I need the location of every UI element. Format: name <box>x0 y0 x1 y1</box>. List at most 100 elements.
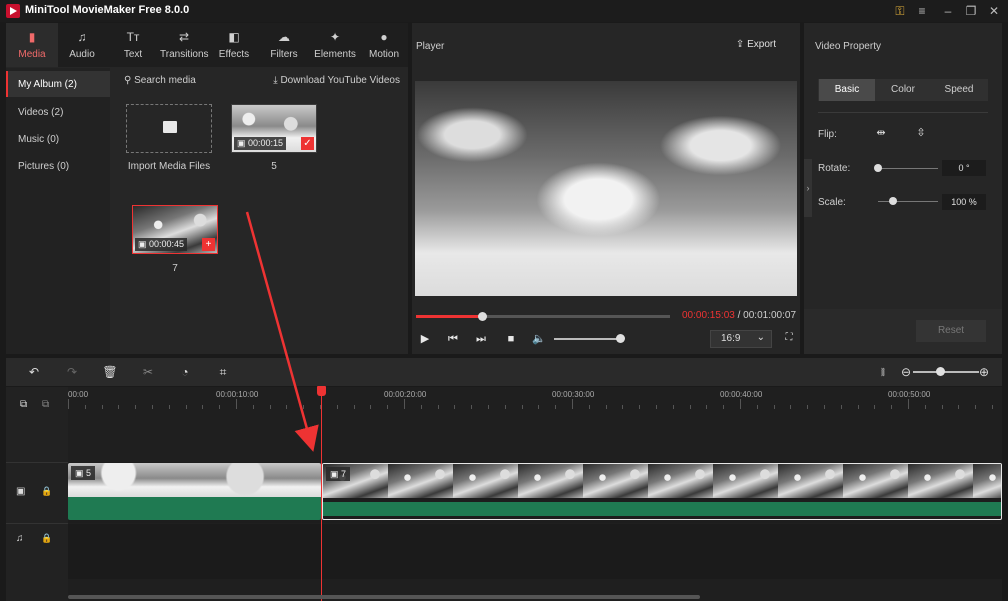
ruler-tick <box>504 405 506 409</box>
download-youtube-button[interactable]: ⤓ Download YouTube Videos <box>273 75 400 86</box>
clip-filmstrip <box>68 463 321 497</box>
ruler-tick <box>807 405 809 409</box>
scale-value[interactable]: 100 % <box>942 194 986 210</box>
collapse-panel-icon[interactable]: › <box>804 159 812 217</box>
timecode: 00:00:15:03 / 00:01:00:07 <box>682 310 796 321</box>
rotate-slider[interactable] <box>878 168 938 169</box>
playback-progress-bar[interactable] <box>416 312 670 321</box>
ruler-tick <box>202 405 204 409</box>
sidebar-item-pictures[interactable]: Pictures (0) <box>6 153 110 179</box>
previous-frame-icon[interactable]: ⏮ <box>446 332 460 346</box>
title-bar: MiniTool MovieMaker Free 8.0.0 ⚿ ≡ – ❐ ✕ <box>0 0 1008 22</box>
tab-color[interactable]: Color <box>875 79 931 101</box>
media-clip-5[interactable]: ▣ 00:00:15 ✓ <box>231 104 317 153</box>
volume-handle[interactable] <box>616 334 625 343</box>
ruler-tick <box>101 405 103 409</box>
tab-elements[interactable]: ✦ Elements <box>310 23 360 67</box>
ruler-tick <box>840 405 842 409</box>
crop-icon[interactable]: ⌗ <box>215 364 231 380</box>
search-media[interactable]: ⚲ Search media <box>124 75 196 86</box>
film-icon: ▣ <box>138 239 150 249</box>
tab-effects[interactable]: ◧ Effects <box>210 23 258 67</box>
tab-speed[interactable]: Speed <box>931 79 987 101</box>
tab-motion[interactable]: ● Motion <box>362 23 406 67</box>
zoom-in-icon[interactable]: ⊕ <box>976 364 992 380</box>
delete-icon[interactable]: 🗑 <box>102 364 118 380</box>
aspect-ratio-select[interactable]: 16:9 ⌄ <box>710 330 772 348</box>
lock-icon[interactable]: 🔒 <box>41 533 52 544</box>
close-button[interactable]: ✕ <box>984 3 1004 19</box>
export-button[interactable]: ⇪ Export <box>736 39 776 50</box>
stop-icon[interactable]: ■ <box>504 332 518 346</box>
ruler-tick <box>336 405 338 409</box>
minimize-button[interactable]: – <box>938 3 958 19</box>
next-frame-icon[interactable]: ⏭ <box>474 332 488 346</box>
tab-media[interactable]: ▮ Media <box>6 23 58 67</box>
timeline-clip-5[interactable]: ▣ 5 <box>68 463 321 520</box>
rotate-value[interactable]: 0 ° <box>942 160 986 176</box>
ruler-tick <box>269 405 271 409</box>
zoom-out-icon[interactable]: ⊖ <box>898 364 914 380</box>
volume-slider[interactable] <box>554 338 620 340</box>
playhead-handle[interactable] <box>317 386 326 396</box>
flip-vertical-icon[interactable]: ⇳ <box>914 126 928 140</box>
motion-icon: ● <box>380 30 388 44</box>
speed-icon[interactable]: ◔ <box>177 364 193 380</box>
zoom-handle[interactable] <box>936 367 945 376</box>
ruler-tick <box>370 405 372 409</box>
split-icon[interactable]: ✂ <box>140 364 156 380</box>
add-icon[interactable]: + <box>202 238 215 251</box>
redo-icon[interactable]: ↷ <box>64 364 80 380</box>
search-placeholder: Search media <box>134 75 196 86</box>
tab-label: Effects <box>218 49 250 60</box>
ruler-tick <box>538 405 540 409</box>
undo-icon[interactable]: ↶ <box>26 364 42 380</box>
lock-icon[interactable]: 🔒 <box>41 486 52 497</box>
film-icon: ▣ <box>75 468 87 478</box>
add-track-icon[interactable]: ⧉ <box>20 399 32 411</box>
scale-slider[interactable] <box>878 201 938 202</box>
scale-handle[interactable] <box>889 197 897 205</box>
key-icon[interactable]: ⚿ <box>890 3 910 19</box>
media-clip-7[interactable]: ▣ 00:00:45 + <box>132 205 218 254</box>
folder-icon <box>163 121 177 133</box>
media-sidebar: My Album (2) Videos (2) Music (0) Pictur… <box>6 68 110 354</box>
timeline-clip-7[interactable]: ▣ 7 <box>322 463 1002 520</box>
ruler-tick <box>941 405 943 409</box>
tab-basic[interactable]: Basic <box>819 79 875 101</box>
music-track[interactable] <box>68 524 1002 579</box>
time-ruler[interactable]: 00:00 00:00:10:00 00:00:20:00 00:00:30:00 00… <box>68 387 1002 413</box>
horizontal-scrollbar[interactable] <box>68 595 700 599</box>
reset-button[interactable]: Reset <box>916 320 986 342</box>
tab-audio[interactable]: ♫ Audio <box>58 23 106 67</box>
ruler-tick <box>236 399 237 409</box>
clip-label: ▣ 5 <box>71 466 96 480</box>
ruler-label: 00:00:10:00 <box>216 390 259 399</box>
time-separator: / <box>734 310 744 321</box>
volume-icon[interactable]: 🔈 <box>532 332 546 346</box>
play-icon[interactable]: ▶ <box>418 332 432 346</box>
fullscreen-icon[interactable]: ⛶ <box>782 332 796 346</box>
sidebar-item-music[interactable]: Music (0) <box>6 126 110 152</box>
sidebar-item-my-album[interactable]: My Album (2) <box>6 71 110 97</box>
zoom-slider[interactable] <box>913 371 979 373</box>
clip-duration: ▣ 00:00:15 <box>234 137 287 150</box>
hamburger-icon[interactable]: ≡ <box>912 3 932 19</box>
progress-handle[interactable] <box>478 312 488 321</box>
rotate-handle[interactable] <box>874 164 882 172</box>
import-media-tile[interactable] <box>126 104 212 153</box>
fit-timeline-icon[interactable]: ⧚ <box>875 364 891 380</box>
elements-icon: ✦ <box>329 30 341 44</box>
flip-horizontal-icon[interactable]: ⇹ <box>874 126 888 140</box>
ruler-tick <box>975 405 977 409</box>
playhead[interactable] <box>321 388 322 601</box>
duration-text: 00:00:45 <box>149 239 185 249</box>
tab-text[interactable]: Tт Text <box>106 23 160 67</box>
ruler-label: 00:00:20:00 <box>384 390 427 399</box>
tab-transitions[interactable]: ⇄ Transitions <box>160 23 209 67</box>
sidebar-item-videos[interactable]: Videos (2) <box>6 99 110 125</box>
tab-filters[interactable]: ☁ Filters <box>260 23 308 67</box>
copy-track-icon[interactable]: ⧉ <box>42 399 54 411</box>
maximize-button[interactable]: ❐ <box>961 3 981 19</box>
clip-filmstrip <box>323 464 1001 498</box>
